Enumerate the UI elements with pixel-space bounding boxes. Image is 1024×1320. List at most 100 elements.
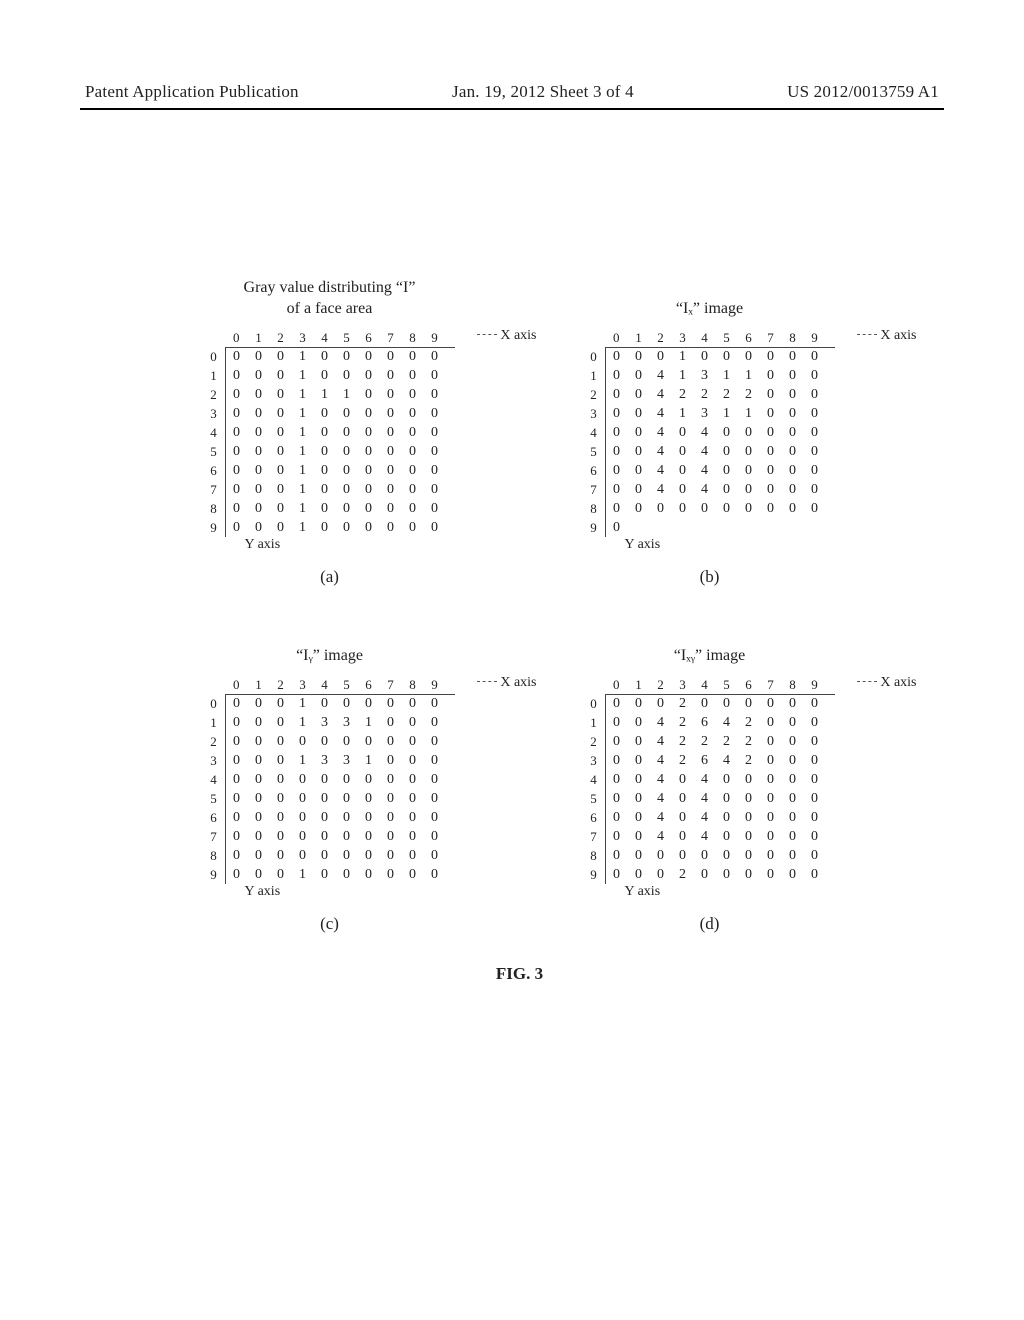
matrix-cell: 0 (650, 694, 672, 713)
matrix-cell: 0 (424, 404, 446, 423)
matrix-row-header: 3 (203, 751, 226, 770)
matrix-col-header: 4 (694, 328, 716, 347)
matrix-col-header: 4 (314, 675, 336, 694)
matrix-cell: 4 (650, 404, 672, 423)
matrix-cell: 0 (716, 347, 738, 366)
matrix-col-header: 4 (314, 328, 336, 347)
matrix-cell: 2 (672, 751, 694, 770)
matrix-cell: 0 (314, 518, 336, 537)
matrix-cell: 0 (738, 499, 760, 518)
matrix-row-header: 2 (203, 385, 226, 404)
matrix-cell: 0 (782, 423, 804, 442)
matrix-row-header: 2 (203, 732, 226, 751)
matrix-cell: 0 (605, 694, 628, 713)
caption-c: (c) (175, 914, 485, 934)
matrix-cell: 4 (694, 442, 716, 461)
matrix-cell: 0 (314, 461, 336, 480)
matrix-row-header: 3 (583, 751, 606, 770)
matrix-cell: 0 (402, 808, 424, 827)
y-axis-label: Y axis (583, 884, 865, 900)
matrix-c-title: “Iᵧ” image (175, 627, 485, 667)
matrix-cell: 4 (694, 480, 716, 499)
matrix-cell: 0 (402, 846, 424, 865)
matrix-cell: 0 (672, 846, 694, 865)
matrix-cell (738, 518, 760, 537)
matrix-row-header: 4 (203, 423, 226, 442)
matrix-row-header: 8 (583, 499, 606, 518)
matrix-b-top-rule (605, 347, 835, 348)
matrix-cell: 0 (628, 732, 650, 751)
matrix-col-header: 3 (292, 675, 314, 694)
matrix-cell: 0 (738, 480, 760, 499)
matrix-cell: 0 (402, 385, 424, 404)
matrix-cell: 1 (292, 751, 314, 770)
matrix-cell: 4 (694, 808, 716, 827)
matrix-cell: 0 (804, 827, 826, 846)
matrix-cell: 0 (402, 865, 424, 884)
matrix-row-header: 0 (203, 347, 226, 366)
matrix-cell: 0 (716, 442, 738, 461)
matrix-cell: 4 (650, 808, 672, 827)
matrix-cell: 0 (358, 442, 380, 461)
matrix-cell: 0 (605, 713, 628, 732)
matrix-col-header: 0 (225, 675, 248, 694)
matrix-row-header: 1 (583, 713, 606, 732)
matrix-cell: 0 (760, 770, 782, 789)
matrix-cell: 3 (694, 404, 716, 423)
matrix-row-header: 1 (583, 366, 606, 385)
matrix-cell: 0 (380, 423, 402, 442)
matrix-cell: 3 (336, 713, 358, 732)
matrix-cell (782, 518, 804, 537)
matrix-cell: 0 (358, 846, 380, 865)
matrix-cell: 0 (402, 404, 424, 423)
matrix-cell: 0 (314, 732, 336, 751)
matrix-col-header: 6 (358, 328, 380, 347)
matrix-cell: 0 (270, 347, 292, 366)
matrix-cell: 0 (248, 770, 270, 789)
matrix-cell: 0 (694, 499, 716, 518)
matrix-cell: 0 (314, 808, 336, 827)
matrix-cell: 0 (605, 442, 628, 461)
matrix-cell (760, 518, 782, 537)
matrix-cell: 0 (380, 499, 402, 518)
matrix-cell: 4 (650, 461, 672, 480)
matrix-cell: 1 (292, 366, 314, 385)
matrix-cell: 0 (336, 732, 358, 751)
matrix-cell: 0 (424, 461, 446, 480)
matrix-cell: 0 (804, 366, 826, 385)
matrix-cell: 0 (380, 366, 402, 385)
matrix-cell: 3 (694, 366, 716, 385)
matrix-cell: 0 (804, 808, 826, 827)
matrix-cell: 0 (738, 442, 760, 461)
matrix-cell: 1 (336, 385, 358, 404)
matrix-cell: 0 (672, 827, 694, 846)
matrix-col-header: 9 (424, 328, 446, 347)
matrix-row-header: 1 (203, 713, 226, 732)
matrix-cell: 0 (605, 404, 628, 423)
matrix-cell: 0 (248, 518, 270, 537)
header-right: US 2012/0013759 A1 (787, 82, 939, 102)
header-center: Jan. 19, 2012 Sheet 3 of 4 (452, 82, 634, 102)
matrix-cell: 0 (248, 480, 270, 499)
matrix-cell: 4 (694, 423, 716, 442)
matrix-col-header: 8 (782, 675, 804, 694)
matrix-cell: 0 (270, 732, 292, 751)
matrix-cell: 0 (402, 694, 424, 713)
matrix-cell: 0 (605, 499, 628, 518)
matrix-cell: 4 (650, 770, 672, 789)
matrix-cell: 0 (314, 480, 336, 499)
matrix-cell: 0 (424, 770, 446, 789)
matrix-cell: 0 (760, 751, 782, 770)
matrix-col-header: 3 (672, 675, 694, 694)
matrix-cell: 0 (424, 694, 446, 713)
matrix-cell: 0 (402, 789, 424, 808)
matrix-col-header: 8 (782, 328, 804, 347)
matrix-a-top-rule (225, 347, 455, 348)
matrix-cell: 0 (628, 713, 650, 732)
matrix-cell: 0 (380, 442, 402, 461)
matrix-col-header: 9 (424, 675, 446, 694)
matrix-cell: 0 (380, 461, 402, 480)
matrix-cell: 0 (358, 808, 380, 827)
matrix-cell: 0 (380, 347, 402, 366)
matrix-cell: 0 (225, 732, 248, 751)
